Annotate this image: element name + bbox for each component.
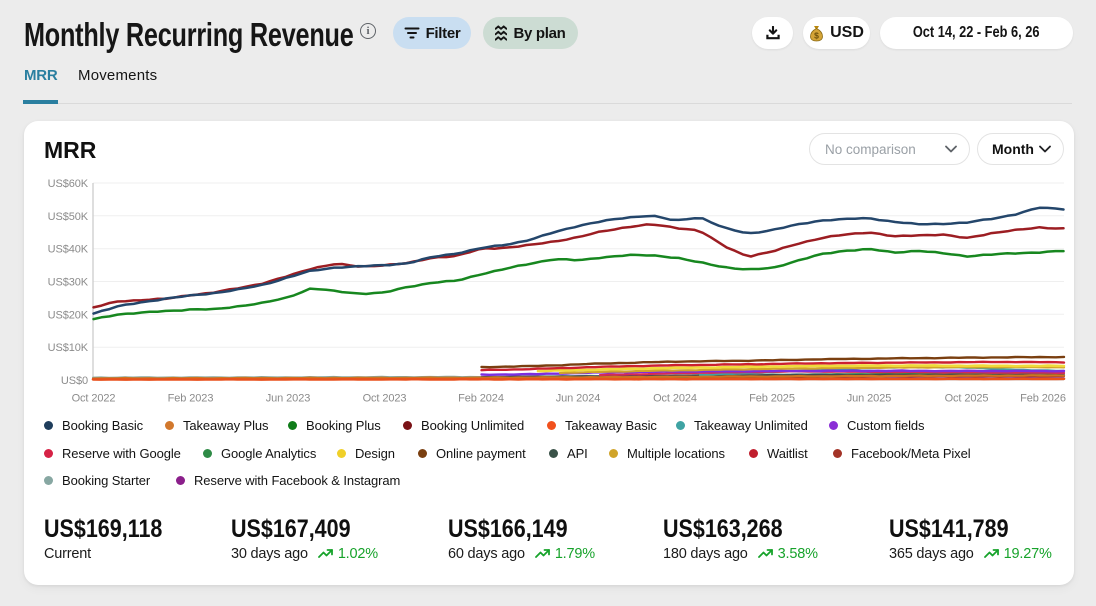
svg-text:Feb 2026: Feb 2026 — [1020, 393, 1066, 405]
svg-text:Jun 2023: Jun 2023 — [266, 393, 310, 405]
svg-text:US$20K: US$20K — [48, 309, 89, 321]
svg-text:US$60K: US$60K — [48, 178, 89, 190]
svg-text:Oct 2022: Oct 2022 — [72, 393, 116, 405]
svg-text:US$50K: US$50K — [48, 211, 89, 223]
svg-text:Oct 2024: Oct 2024 — [653, 393, 697, 405]
svg-text:US$10K: US$10K — [48, 342, 89, 354]
svg-text:Feb 2025: Feb 2025 — [749, 393, 795, 405]
svg-text:Feb 2023: Feb 2023 — [168, 393, 214, 405]
svg-text:Jun 2025: Jun 2025 — [847, 393, 891, 405]
svg-text:US$0: US$0 — [61, 375, 88, 387]
svg-text:Feb 2024: Feb 2024 — [458, 393, 504, 405]
svg-text:Oct 2023: Oct 2023 — [363, 393, 407, 405]
svg-text:US$30K: US$30K — [48, 277, 89, 289]
svg-text:Oct 2025: Oct 2025 — [945, 393, 989, 405]
svg-text:Jun 2024: Jun 2024 — [556, 393, 600, 405]
svg-text:US$40K: US$40K — [48, 244, 89, 256]
